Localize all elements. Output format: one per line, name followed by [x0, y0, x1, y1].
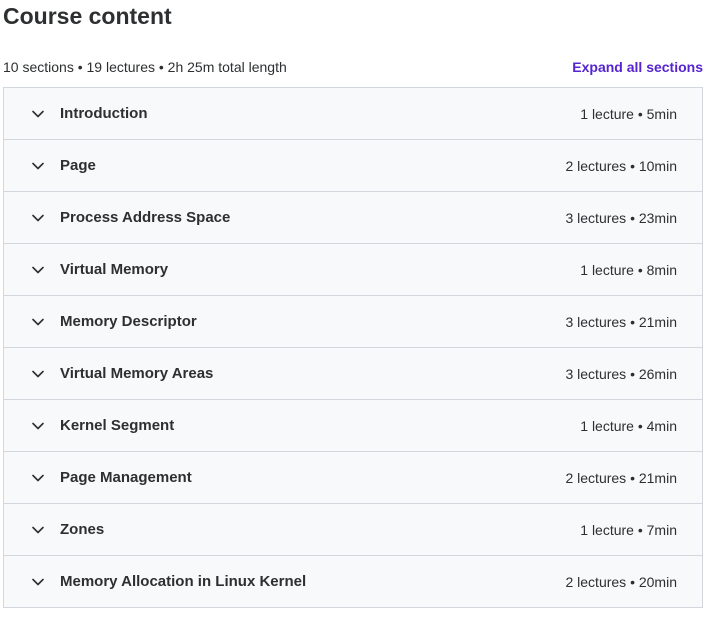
section-title: Process Address Space [60, 209, 231, 226]
chevron-down-icon [31, 471, 45, 485]
chevron-down-icon [31, 159, 45, 173]
section-header-virtual-memory[interactable]: Virtual Memory 1 lecture • 8min [4, 244, 702, 296]
page-title: Course content [3, 3, 172, 29]
section-title: Page Management [60, 469, 192, 486]
section-header-memory-descriptor[interactable]: Memory Descriptor 3 lectures • 21min [4, 296, 702, 348]
section-title: Memory Descriptor [60, 313, 197, 330]
chevron-down-icon [31, 211, 45, 225]
section-header-page[interactable]: Page 2 lectures • 10min [4, 140, 702, 192]
section-meta: 3 lectures • 26min [565, 365, 677, 382]
chevron-down-icon [31, 315, 45, 329]
section-meta: 1 lecture • 8min [580, 261, 677, 278]
chevron-down-icon [31, 575, 45, 589]
section-header-memory-allocation[interactable]: Memory Allocation in Linux Kernel 2 lect… [4, 556, 702, 608]
section-title: Kernel Segment [60, 417, 175, 434]
section-meta: 3 lectures • 23min [565, 209, 677, 226]
section-header-process-address-space[interactable]: Process Address Space 3 lectures • 23min [4, 192, 702, 244]
section-header-kernel-segment[interactable]: Kernel Segment 1 lecture • 4min [4, 400, 702, 452]
section-header-page-management[interactable]: Page Management 2 lectures • 21min [4, 452, 702, 504]
section-title: Page [60, 157, 96, 174]
section-meta: 1 lecture • 7min [580, 521, 677, 538]
section-title: Memory Allocation in Linux Kernel [60, 573, 307, 590]
section-list: Introduction 1 lecture • 5min Page 2 lec… [3, 87, 703, 608]
section-title: Virtual Memory [60, 261, 169, 278]
section-title: Zones [60, 521, 105, 538]
section-meta: 2 lectures • 10min [565, 157, 677, 174]
chevron-down-icon [31, 367, 45, 381]
section-meta: 1 lecture • 5min [580, 105, 677, 122]
section-header-zones[interactable]: Zones 1 lecture • 7min [4, 504, 702, 556]
course-summary-bar: 10 sections • 19 lectures • 2h 25m total… [3, 57, 703, 77]
section-header-virtual-memory-areas[interactable]: Virtual Memory Areas 3 lectures • 26min [4, 348, 702, 400]
chevron-down-icon [31, 419, 45, 433]
section-meta: 1 lecture • 4min [580, 417, 677, 434]
chevron-down-icon [31, 107, 45, 121]
section-meta: 3 lectures • 21min [565, 313, 677, 330]
course-content-panel: Course content 10 sections • 19 lectures… [0, 0, 707, 625]
chevron-down-icon [31, 263, 45, 277]
course-summary: 10 sections • 19 lectures • 2h 25m total… [3, 59, 287, 75]
section-title: Virtual Memory Areas [60, 365, 214, 382]
section-meta: 2 lectures • 20min [565, 573, 677, 590]
chevron-down-icon [31, 523, 45, 537]
expand-all-sections-button[interactable]: Expand all sections [572, 59, 703, 75]
section-meta: 2 lectures • 21min [565, 469, 677, 486]
section-title: Introduction [60, 105, 148, 122]
section-header-introduction[interactable]: Introduction 1 lecture • 5min [4, 88, 702, 140]
